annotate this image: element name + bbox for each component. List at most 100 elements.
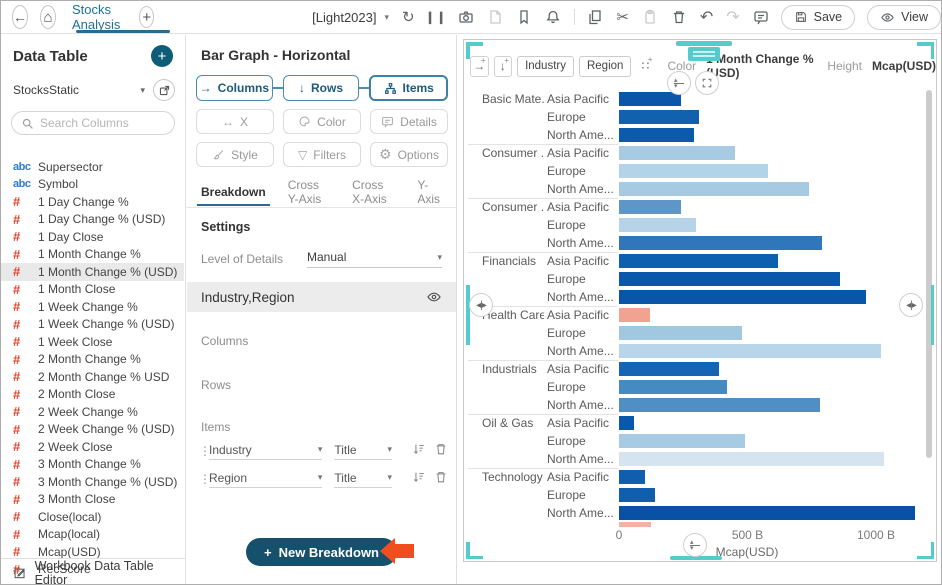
bar[interactable]	[619, 380, 727, 394]
search-columns-input[interactable]	[40, 116, 160, 130]
tab-cross-x-axis[interactable]: Cross X-Axis	[348, 178, 399, 212]
bar[interactable]	[619, 488, 655, 502]
column-list-item[interactable]: #Close(local)	[1, 508, 184, 526]
rows-shelf-button[interactable]: ↓ Rows	[283, 75, 360, 101]
bar[interactable]	[619, 506, 915, 520]
bar[interactable]	[619, 254, 778, 268]
height-encoding-value[interactable]: Mcap(USD)	[872, 59, 936, 73]
breakdown-chip-region[interactable]: Region	[579, 56, 631, 77]
column-list-item[interactable]: #1 Week Change %	[1, 298, 184, 316]
column-list-item[interactable]: #2 Month Close	[1, 386, 184, 404]
options-button[interactable]: ⚙ Options	[370, 142, 448, 167]
bar[interactable]	[619, 218, 696, 232]
maximize-button[interactable]	[695, 71, 719, 95]
menu-handle-icon[interactable]	[688, 47, 720, 61]
delete-trash-button[interactable]	[434, 470, 448, 489]
notifications-bell-button[interactable]	[545, 9, 561, 26]
column-list-item[interactable]: #1 Day Change %	[1, 193, 184, 211]
level-of-details-select[interactable]: Manual ▾	[307, 250, 442, 268]
snapshot-camera-button[interactable]	[458, 9, 474, 26]
bar[interactable]	[619, 146, 735, 160]
vertical-resize-button[interactable]: ▴▾	[667, 71, 691, 95]
bar-graph-panel[interactable]: →+ ↓+ Industry Region ∷+ Color 1 Month C…	[463, 39, 937, 562]
sort-button[interactable]	[412, 470, 426, 489]
drag-handle-icon[interactable]: ⋮	[199, 472, 209, 486]
color-encoding-value[interactable]: 1 Month Change % (USD)	[706, 52, 814, 80]
tab-cross-y-axis[interactable]: Cross Y-Axis	[284, 178, 334, 212]
bar[interactable]	[619, 416, 634, 430]
bar[interactable]	[619, 272, 840, 286]
open-table-editor-button[interactable]	[153, 79, 175, 101]
column-list-item[interactable]: #2 Week Change % (USD)	[1, 421, 184, 439]
bar[interactable]	[619, 92, 681, 106]
paste-clipboard-button[interactable]	[642, 9, 658, 26]
column-list-item[interactable]: abcSupersector	[1, 158, 184, 176]
bar[interactable]	[619, 236, 822, 250]
pause-button[interactable]: ❙❙	[428, 9, 445, 26]
breakdown-header-band[interactable]: Industry,Region	[187, 282, 456, 312]
color-button[interactable]: Color	[283, 109, 361, 134]
bar[interactable]	[619, 362, 719, 376]
home-button[interactable]: ⌂	[40, 5, 56, 29]
vertical-resize-button-bottom[interactable]: ▴▾	[683, 533, 707, 557]
cut-scissors-button[interactable]: ✂	[616, 9, 629, 26]
item-field-select[interactable]: Industry ▾	[209, 443, 322, 460]
column-list-item[interactable]: #1 Week Change % (USD)	[1, 316, 184, 334]
chevron-down-icon[interactable]: ▾	[140, 85, 145, 96]
add-tab-button[interactable]: +	[139, 6, 154, 28]
column-list-item[interactable]: #3 Month Change % (USD)	[1, 473, 184, 491]
tab-y-axis[interactable]: Y-Axis	[413, 178, 444, 212]
column-list-item[interactable]: #2 Month Change % USD	[1, 368, 184, 386]
bar[interactable]	[619, 398, 820, 412]
visibility-eye-icon[interactable]	[426, 289, 442, 305]
bar[interactable]	[619, 344, 881, 358]
data-table-name[interactable]: StocksStatic	[13, 83, 79, 97]
column-list-item[interactable]: #2 Month Change %	[1, 351, 184, 369]
details-button[interactable]: Details	[370, 109, 448, 134]
breakdown-chip-industry[interactable]: Industry	[517, 56, 574, 77]
horizontal-resize-button-left[interactable]: ◂|▸	[469, 293, 493, 317]
copy-button[interactable]	[587, 9, 603, 26]
bookmark-button[interactable]	[516, 9, 532, 26]
export-pdf-button[interactable]	[487, 9, 503, 26]
columns-shelf-button[interactable]: → Columns	[196, 75, 273, 101]
delete-trash-button[interactable]	[434, 442, 448, 461]
refresh-button[interactable]: ↻	[402, 9, 415, 26]
tab-breakdown[interactable]: Breakdown	[197, 185, 270, 205]
style-button[interactable]: Style	[196, 142, 274, 167]
item-mode-select[interactable]: Title ▾	[334, 443, 392, 460]
column-list-item[interactable]: #1 Day Close	[1, 228, 184, 246]
item-field-select[interactable]: Region ▾	[209, 471, 322, 488]
drag-handle-icon[interactable]: ⋮	[199, 444, 209, 458]
bar[interactable]	[619, 434, 745, 448]
view-button[interactable]: View	[867, 5, 941, 30]
column-list-item[interactable]: #3 Month Change %	[1, 456, 184, 474]
new-breakdown-button[interactable]: + New Breakdown	[246, 538, 397, 566]
bar[interactable]	[619, 452, 884, 466]
x-axis-button[interactable]: ↔ X	[196, 109, 274, 134]
bar[interactable]	[619, 128, 694, 142]
drag-handle-top[interactable]	[676, 41, 732, 46]
undo-button[interactable]: ↶	[700, 9, 713, 26]
vertical-scrollbar[interactable]	[926, 90, 932, 458]
bar[interactable]	[619, 164, 768, 178]
bar[interactable]	[619, 182, 809, 196]
column-list-item[interactable]: #Mcap(local)	[1, 526, 184, 544]
column-list-item[interactable]: #2 Week Close	[1, 438, 184, 456]
column-list-item[interactable]: #2 Week Change %	[1, 403, 184, 421]
workspace-selector[interactable]: [Light2023] ▾	[312, 10, 389, 25]
column-list-item[interactable]: #1 Month Change %	[1, 246, 184, 264]
column-list-item[interactable]: #1 Week Close	[1, 333, 184, 351]
items-shelf-button[interactable]: Items	[369, 75, 448, 101]
delete-trash-button[interactable]	[671, 9, 687, 26]
workbook-tab[interactable]: Stocks Analysis	[68, 2, 133, 32]
add-items-button[interactable]: ∷+	[636, 56, 654, 77]
bar[interactable]	[619, 200, 681, 214]
bar[interactable]	[619, 470, 645, 484]
column-list-item[interactable]: #3 Month Close	[1, 491, 184, 509]
column-list-item[interactable]: #1 Day Change % (USD)	[1, 211, 184, 229]
bar[interactable]	[619, 308, 650, 322]
horizontal-resize-button-right[interactable]: ◂|▸	[899, 293, 923, 317]
add-data-table-button[interactable]: +	[151, 45, 173, 67]
bar[interactable]	[619, 326, 742, 340]
